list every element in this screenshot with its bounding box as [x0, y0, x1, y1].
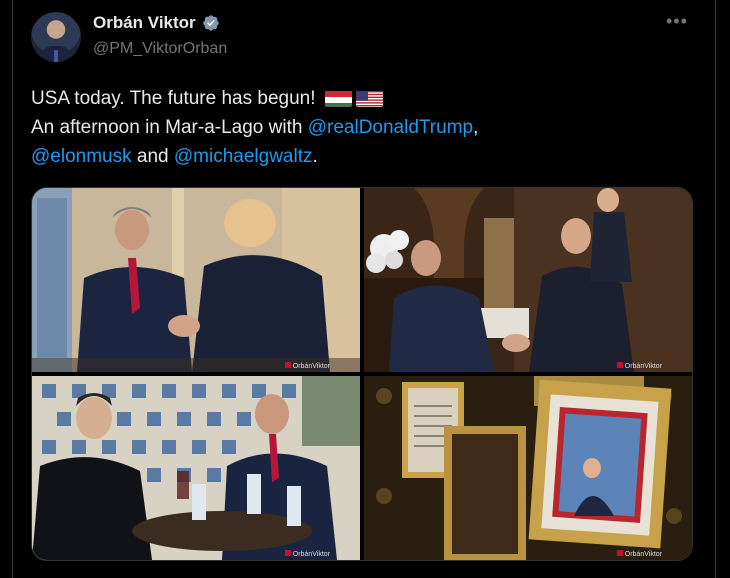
- author-name[interactable]: Orbán Viktor: [93, 13, 196, 33]
- media-grid: OrbánViktor OrbánViktor OrbánViktor Orbá…: [31, 187, 693, 561]
- mention-realdonaldtrump[interactable]: @realDonaldTrump: [308, 117, 473, 138]
- photo-handshake-trump[interactable]: OrbánViktor: [32, 188, 360, 372]
- post-line-3: @elonmusk and @michaelgwaltz.: [31, 142, 691, 171]
- post-line-2-text: An afternoon in Mar-a-Lago with: [31, 117, 308, 138]
- more-horizontal-icon[interactable]: •••: [666, 12, 688, 30]
- author-handle[interactable]: @PM_ViktorOrban: [93, 40, 227, 58]
- post-line-1-text: USA today. The future has begun!: [31, 88, 316, 109]
- post-line-1: USA today. The future has begun!: [31, 84, 691, 113]
- verified-badge-icon: [202, 15, 219, 31]
- usa-flag-icon: [355, 89, 383, 107]
- post-text: USA today. The future has begun! An afte…: [31, 84, 691, 171]
- watermark: OrbánViktor: [285, 362, 330, 370]
- mention-elonmusk[interactable]: @elonmusk: [31, 146, 132, 167]
- avatar-tie: [54, 50, 58, 62]
- photo-table-musk[interactable]: OrbánViktor: [32, 376, 360, 560]
- watermark: OrbánViktor: [617, 550, 662, 558]
- photo-handshake-waltz[interactable]: OrbánViktor: [364, 188, 692, 372]
- mention-michaelgwaltz[interactable]: @michaelgwaltz: [174, 146, 313, 167]
- author-name-row: Orbán Viktor: [93, 13, 220, 33]
- hungary-flag-icon: [324, 89, 352, 107]
- avatar[interactable]: [31, 12, 81, 62]
- comma: ,: [473, 117, 479, 138]
- watermark: OrbánViktor: [285, 550, 330, 558]
- and-text: and: [131, 146, 174, 167]
- photo-framed-pictures[interactable]: OrbánViktor: [364, 376, 692, 560]
- watermark: OrbánViktor: [617, 362, 662, 370]
- post-line-2: An afternoon in Mar-a-Lago with @realDon…: [31, 113, 691, 142]
- period: .: [312, 146, 318, 167]
